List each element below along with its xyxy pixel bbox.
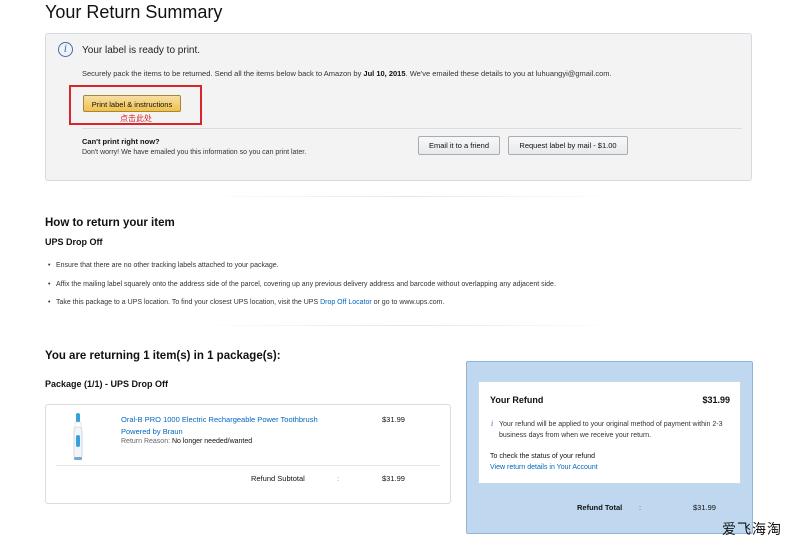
list-item: Take this package to a UPS location. To … [48,299,444,306]
page-title: Your Return Summary [45,2,223,22]
divider [82,128,742,129]
request-label-by-mail-button[interactable]: Request label by mail - $1.00 [508,136,628,155]
return-method-title: UPS Drop Off [45,237,103,247]
item-brand-link[interactable]: Powered by Braun [121,427,183,436]
instructions-text: Securely pack the items to be returned. … [82,69,612,78]
drop-off-locator-link[interactable]: Drop Off Locator [320,299,372,306]
refund-info-text: Your refund will be applied to your orig… [499,421,723,439]
returning-title: You are returning 1 item(s) in 1 package… [45,350,281,362]
colon: : [639,503,642,512]
cant-print-text: Don't worry! We have emailed you this in… [82,149,307,156]
list-item: Ensure that there are no other tracking … [48,262,279,269]
refund-title: Your Refund [490,395,544,405]
info-icon: i [58,42,73,57]
email-friend-button[interactable]: Email it to a friend [418,136,500,155]
refund-subtotal-value: $31.99 [382,474,405,483]
colon: : [337,474,340,483]
check-status-text: To check the status of your refund [490,453,596,460]
list-item: Affix the mailing label squarely onto th… [48,281,556,288]
return-deadline: Jul 10, 2015 [363,69,406,78]
refund-total-label: Refund Total [577,503,623,512]
section-separator [200,196,620,197]
refund-subtotal-label: Refund Subtotal [251,474,305,483]
info-icon: i [491,420,494,428]
click-here-annotation: 点击此处 [120,114,152,123]
section-separator [200,325,620,326]
return-reason: Return Reason: No longer needed/wanted [121,438,253,445]
how-to-return-title: How to return your item [45,217,175,229]
cant-print-title: Can't print right now? [82,137,160,146]
label-ready-panel: i Your label is ready to print. Securely… [45,33,752,181]
package-title: Package (1/1) - UPS Drop Off [45,379,169,389]
refund-total-value: $31.99 [693,503,716,512]
item-name-link[interactable]: Oral-B PRO 1000 Electric Rechargeable Po… [121,415,318,424]
refund-amount: $31.99 [702,395,730,405]
return-item-card: Oral-B PRO 1000 Electric Rechargeable Po… [45,404,451,504]
refund-details-card: Your Refund $31.99 i Your refund will be… [478,381,741,484]
label-ready-text: Your label is ready to print. [82,45,201,56]
watermark: 爱飞海淘 [722,522,782,538]
toothbrush-image[interactable] [68,413,88,461]
item-price: $31.99 [382,415,405,424]
divider [56,465,440,466]
view-return-details-link[interactable]: View return details in Your Account [490,464,598,471]
refund-panel: Your Refund $31.99 i Your refund will be… [466,361,753,534]
